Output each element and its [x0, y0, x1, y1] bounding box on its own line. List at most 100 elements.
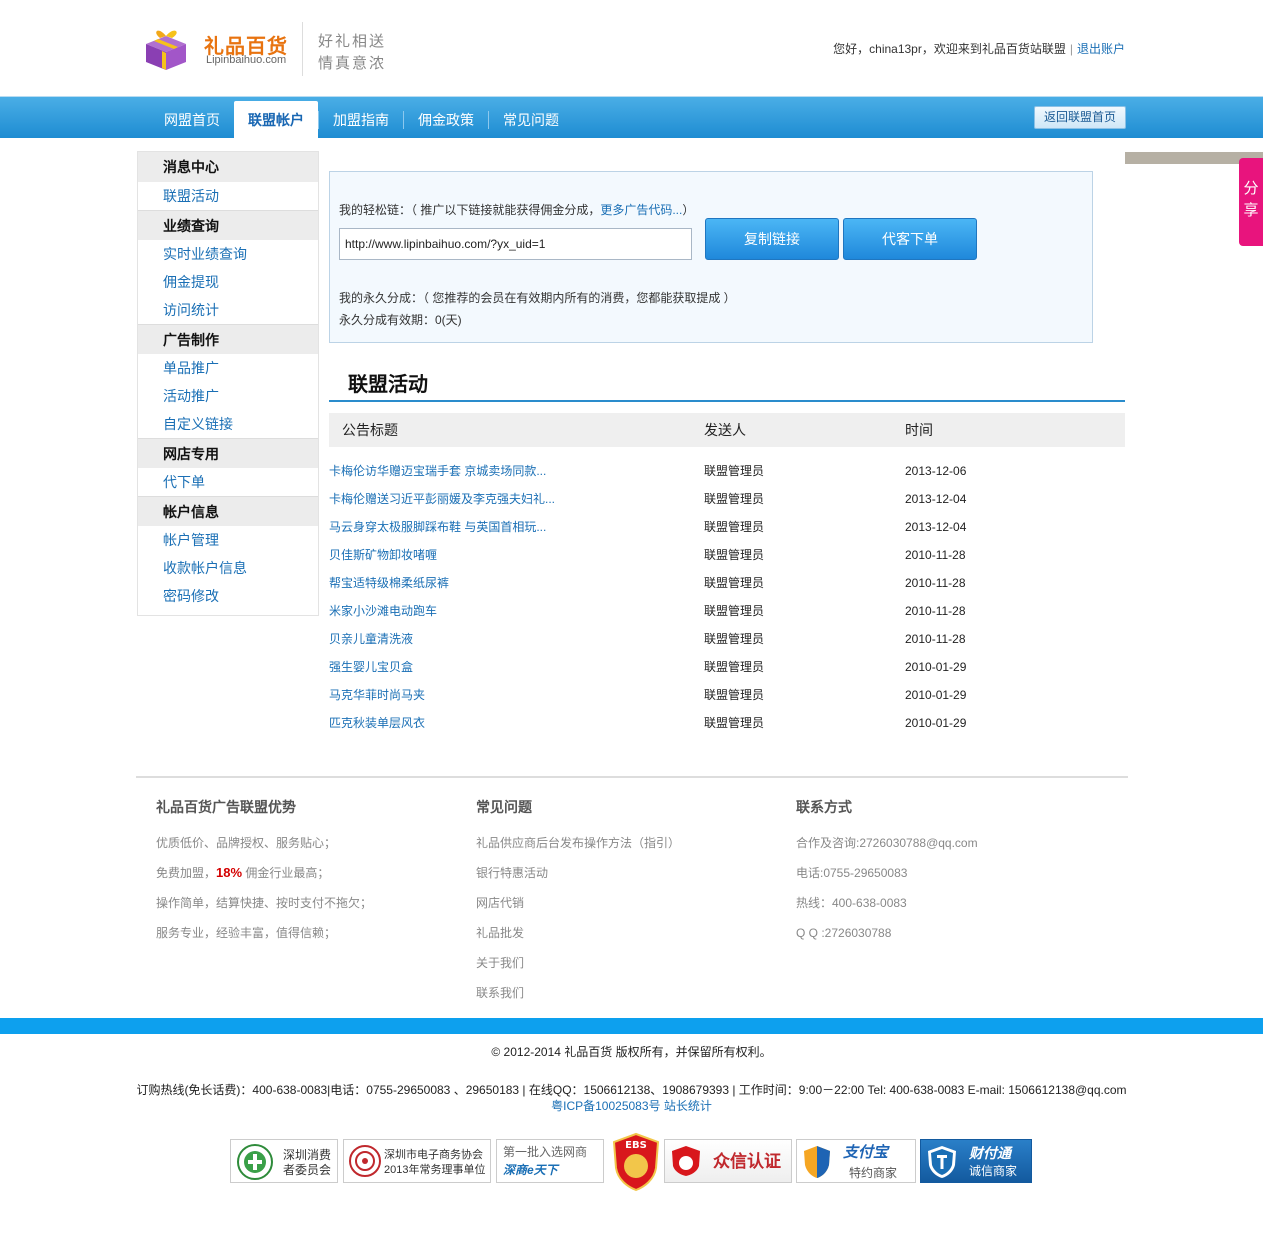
ecommerce-association-badge[interactable]: 深圳市电子商务协会 2013年常务理事单位 [343, 1139, 491, 1183]
zhongxin-shield-icon [672, 1146, 700, 1176]
announcement-date: 2010-01-29 [905, 688, 967, 702]
footer-blue-band [0, 1018, 1263, 1034]
footer-advantage-item: 操作简单，结算快捷、按时支付不拖欠； [156, 896, 373, 910]
column-header-title: 公告标题 [342, 422, 398, 438]
announcement-date: 2010-11-28 [905, 632, 966, 646]
activity-table-header: 公告标题 发送人 时间 [329, 413, 1125, 447]
sidebar-item-realtime-performance[interactable]: 实时业绩查询 [138, 240, 318, 268]
advantage-prefix: 免费加盟， [156, 866, 217, 880]
announcement-link[interactable]: 匹克秋装单层风衣 [329, 716, 425, 730]
footer-faq-link[interactable]: 联系我们 [476, 986, 524, 1000]
copyright-text: © 2012-2014 礼品百货 版权所有，并保留所有权利。 [491, 1045, 772, 1059]
site-logo[interactable]: 礼品百货 Lipinbaihuo.com 好礼相送 情真意浓 [140, 22, 390, 78]
table-row: 贝亲儿童清洗液 联盟管理员 2010-11-28 [329, 625, 1125, 653]
footer-faq-title: 常见问题 [476, 799, 532, 815]
easy-link-label: 我的轻松链：（ 推广以下链接就能获得佣金分成，更多广告代码...） [339, 201, 694, 218]
share-tab[interactable]: 分 享 [1239, 158, 1263, 246]
footer-faq-link[interactable]: 礼品批发 [476, 926, 524, 940]
badge-text: 深圳消费 [283, 1148, 332, 1162]
announcement-sender: 联盟管理员 [704, 688, 765, 702]
table-row: 帮宝适特级棉柔纸尿裤 联盟管理员 2010-11-28 [329, 569, 1125, 597]
proxy-order-button[interactable]: 代客下单 [843, 218, 977, 260]
sidebar-item-commission-withdraw[interactable]: 佣金提现 [138, 268, 318, 296]
sidebar-group-messages: 消息中心 [138, 152, 318, 182]
footer-faq: 常见问题 礼品供应商后台发布操作方法（指引） 银行特惠活动 网店代销 礼品批发 … [476, 797, 776, 1015]
icp-link[interactable]: 粤ICP备10025083号 站长统计 [0, 1097, 1263, 1114]
announcement-link[interactable]: 贝亲儿童清洗液 [329, 632, 413, 646]
sidebar-group-account: 帐户信息 [138, 496, 318, 526]
footer-faq-link[interactable]: 关于我们 [476, 956, 524, 970]
nav-item-commission[interactable]: 佣金政策 [404, 101, 488, 139]
nav-item-guide[interactable]: 加盟指南 [319, 101, 403, 139]
sidebar-item-payee-info[interactable]: 收款帐户信息 [138, 554, 318, 582]
badge-text: 深商e天下 [503, 1163, 558, 1177]
badge-text: 支付宝 [843, 1144, 889, 1161]
announcement-link[interactable]: 帮宝适特级棉柔纸尿裤 [329, 576, 449, 590]
badge-text: 诚信商家 [969, 1164, 1018, 1178]
announcement-date: 2010-11-28 [905, 576, 966, 590]
tenpay-badge[interactable]: 财付通 诚信商家 [920, 1139, 1032, 1183]
sidebar-item-single-product[interactable]: 单品推广 [138, 354, 318, 382]
sidebar-group-shop: 网店专用 [138, 438, 318, 468]
welcome-separator: | [1069, 42, 1073, 56]
activity-divider [329, 400, 1125, 402]
announcement-sender: 联盟管理员 [704, 576, 765, 590]
sidebar-item-visit-stats[interactable]: 访问统计 [138, 296, 318, 324]
sidebar-item-custom-link[interactable]: 自定义链接 [138, 410, 318, 438]
copy-link-button[interactable]: 复制链接 [705, 218, 839, 260]
table-row: 马克华菲时尚马夹 联盟管理员 2010-01-29 [329, 681, 1125, 709]
nav-item-account[interactable]: 联盟帐户 [234, 101, 318, 139]
badge-text: 者委员会 [283, 1163, 332, 1177]
announcement-sender: 联盟管理员 [704, 660, 765, 674]
table-row: 马云身穿太极服脚踩布鞋 与英国首相玩... 联盟管理员 2013-12-04 [329, 513, 1125, 541]
activity-table-body: 卡梅伦访华赠迈宝瑞手套 京城卖场同款... 联盟管理员 2013-12-06 卡梅伦… [329, 457, 1125, 737]
sidebar: 消息中心 联盟活动 业绩查询 实时业绩查询 佣金提现 访问统计 广告制作 单品推… [137, 151, 319, 616]
back-to-union-home-button[interactable]: 返回联盟首页 [1033, 106, 1126, 129]
announcement-link[interactable]: 米家小沙滩电动跑车 [329, 604, 437, 618]
announcement-link[interactable]: 贝佳斯矿物卸妆啫喱 [329, 548, 437, 562]
slogan-line-1: 好礼相送 [318, 33, 387, 50]
page-header: 礼品百货 Lipinbaihuo.com 好礼相送 情真意浓 您好，china1… [0, 0, 1263, 96]
announcement-sender: 联盟管理员 [704, 604, 765, 618]
announcement-link[interactable]: 卡梅伦访华赠迈宝瑞手套 京城卖场同款... [329, 464, 546, 478]
announcement-link[interactable]: 马克华菲时尚马夹 [329, 688, 425, 702]
footer-faq-link[interactable]: 网店代销 [476, 896, 524, 910]
column-header-sender: 发送人 [704, 422, 746, 438]
sidebar-item-proxy-order[interactable]: 代下单 [138, 468, 318, 496]
announcement-link[interactable]: 马云身穿太极服脚踩布鞋 与英国首相玩... [329, 520, 546, 534]
sidebar-item-password[interactable]: 密码修改 [138, 582, 318, 610]
nav-item-faq[interactable]: 常见问题 [489, 101, 573, 139]
footer-faq-link[interactable]: 礼品供应商后台发布操作方法（指引） [476, 836, 680, 850]
main-nav: 网盟首页 联盟帐户 加盟指南 佣金政策 常见问题 返回联盟首页 [0, 96, 1263, 139]
footer-contact-item: 电话:0755-29650083 [796, 866, 908, 880]
sidebar-item-account-manage[interactable]: 帐户管理 [138, 526, 318, 554]
tenpay-shield-icon [928, 1146, 956, 1178]
commission-rate-highlight: 18% [216, 865, 243, 880]
promo-url-input[interactable] [339, 228, 692, 260]
badge-text: 第一批入选网商 [503, 1145, 588, 1159]
footer-faq-link[interactable]: 银行特惠活动 [476, 866, 548, 880]
table-row: 贝佳斯矿物卸妆啫喱 联盟管理员 2010-11-28 [329, 541, 1125, 569]
easy-link-label-suffix: ） [682, 203, 695, 217]
shenshang-badge[interactable]: 第一批入选网商 深商e天下 [496, 1139, 604, 1183]
table-row: 强生婴儿宝贝盒 联盟管理员 2010-01-29 [329, 653, 1125, 681]
sidebar-item-union-activity[interactable]: 联盟活动 [138, 182, 318, 210]
badge-text: 2013年常务理事单位 [384, 1164, 486, 1176]
badge-text: 财付通 [969, 1145, 1011, 1161]
sidebar-item-campaign[interactable]: 活动推广 [138, 382, 318, 410]
ebs-shield-icon[interactable]: EBS [610, 1132, 662, 1192]
announcement-date: 2013-12-04 [905, 492, 967, 506]
announcement-link[interactable]: 强生婴儿宝贝盒 [329, 660, 413, 674]
more-ad-code-link[interactable]: 更多广告代码... [600, 203, 682, 217]
announcement-sender: 联盟管理员 [704, 464, 765, 478]
footer-contact: 联系方式 合作及咨询:2726030788@qq.com 电话:0755-296… [796, 797, 1096, 955]
logout-link[interactable]: 退出账户 [1077, 42, 1125, 56]
alipay-badge[interactable]: 支付宝 特约商家 [796, 1139, 916, 1183]
footer-divider [136, 776, 1128, 778]
zhongxin-badge[interactable]: 众信认证 [664, 1139, 792, 1183]
consumer-council-badge[interactable]: 深圳消费 者委员会 [230, 1139, 338, 1183]
alipay-shield-icon [804, 1146, 830, 1178]
nav-item-home[interactable]: 网盟首页 [150, 101, 234, 139]
announcement-link[interactable]: 卡梅伦赠送习近平彭丽媛及李克强夫妇礼... [329, 492, 555, 506]
share-tab-char-1: 分 [1243, 180, 1259, 197]
